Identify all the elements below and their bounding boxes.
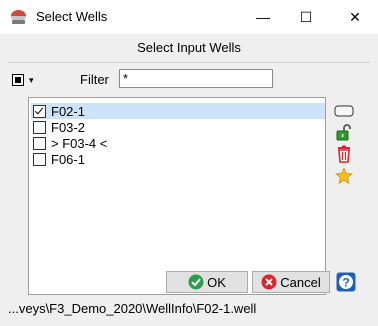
- check-icon: [188, 274, 204, 290]
- select-all-menu-button[interactable]: ▾: [12, 72, 40, 88]
- delete-button[interactable]: [333, 144, 355, 164]
- well-label: F03-2: [51, 119, 85, 135]
- close-button[interactable]: ✕: [332, 0, 378, 34]
- unlock-icon: [336, 124, 351, 141]
- maximize-button[interactable]: ☐: [283, 0, 329, 34]
- app-logo-icon: [11, 10, 26, 24]
- status-path: ...veys\F3_Demo_2020\WellInfo\F02-1.well: [8, 301, 257, 316]
- cancel-icon: [261, 274, 277, 290]
- trash-icon: [338, 145, 350, 163]
- title-bar[interactable]: Select Wells — ☐ ✕: [0, 0, 378, 34]
- help-button[interactable]: ?: [336, 272, 356, 292]
- minimize-button[interactable]: —: [240, 0, 286, 34]
- well-checkbox[interactable]: [33, 152, 46, 166]
- lock-button[interactable]: [333, 122, 355, 142]
- cancel-button-label: Cancel: [280, 274, 321, 290]
- wells-list[interactable]: F02-1 F03-2 > F03-4 < F06-1: [28, 97, 326, 295]
- list-item-f03-4[interactable]: > F03-4 <: [31, 135, 325, 151]
- well-label: F06-1: [51, 151, 85, 167]
- cancel-button[interactable]: Cancel: [252, 271, 330, 293]
- ok-button-label: OK: [207, 274, 226, 290]
- favorite-button[interactable]: [333, 166, 355, 186]
- well-checkbox[interactable]: [33, 136, 46, 150]
- ok-button[interactable]: OK: [166, 271, 248, 293]
- well-label: F02-1: [51, 103, 85, 119]
- help-icon: ?: [336, 272, 356, 292]
- well-checkbox[interactable]: [33, 104, 46, 118]
- star-icon: [335, 167, 353, 185]
- filter-input[interactable]: [119, 69, 273, 88]
- rectangle-icon: [334, 105, 354, 117]
- svg-text:?: ?: [342, 276, 349, 290]
- dialog-body: Select Input Wells ▾ Filter F02-1 F03-2 …: [0, 34, 378, 326]
- header-divider: [8, 62, 370, 63]
- select-checkbox-icon: [12, 74, 24, 86]
- well-label: > F03-4 <: [51, 135, 108, 151]
- list-item-f06-1[interactable]: F06-1: [31, 151, 325, 167]
- list-item-f03-2[interactable]: F03-2: [31, 119, 325, 135]
- filter-label: Filter: [80, 72, 109, 87]
- dialog-header: Select Input Wells: [137, 40, 241, 55]
- list-item-f02-1[interactable]: F02-1: [31, 103, 325, 119]
- select-rectangle-button[interactable]: [333, 101, 355, 121]
- dropdown-arrow-icon: ▾: [29, 74, 34, 85]
- window-title: Select Wells: [36, 9, 108, 24]
- well-checkbox[interactable]: [33, 120, 46, 134]
